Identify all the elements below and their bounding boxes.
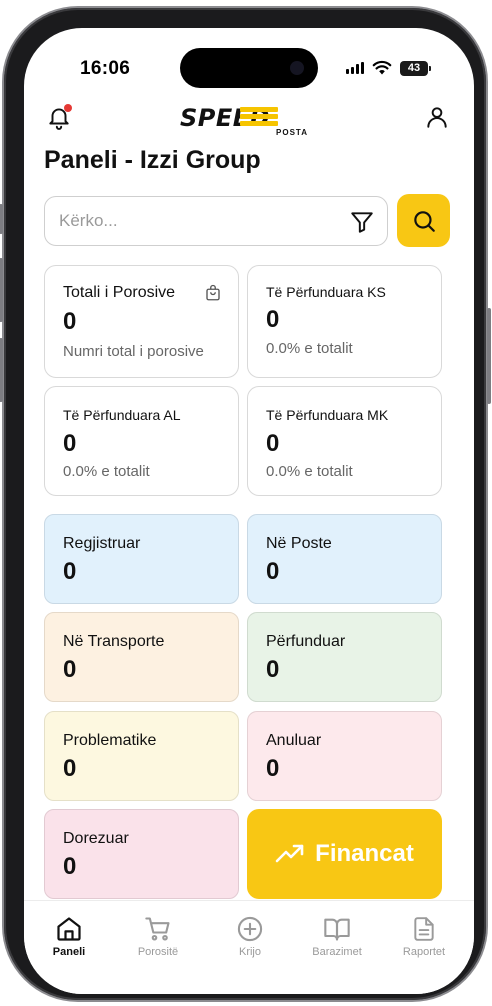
stat-subtitle: 0.0% e totalit [266,340,353,357]
stat-subtitle: 0.0% e totalit [266,463,353,480]
nav-item-reports[interactable]: Raportet [384,915,464,958]
status-value: 0 [266,755,280,782]
power-button [487,308,491,404]
stat-card-completed-ks: Të Përfunduara KS 0 0.0% e totalit [247,265,442,378]
nav-label: Raportet [402,946,446,958]
trending-up-icon [275,844,304,863]
notifications-button[interactable] [46,104,74,132]
stat-label: Të Përfunduara MK [266,407,389,423]
home-icon [57,917,81,941]
status-label: Përfunduar [266,633,346,650]
notification-dot [64,104,72,112]
status-tile-delivered[interactable]: Dorezuar 0 [44,809,239,899]
nav-item-reconciliations[interactable]: Barazimet [297,915,377,958]
volume-down-button [0,338,3,402]
plus-circle-icon [237,916,263,942]
search-input[interactable] [59,211,329,231]
wifi-icon [372,60,392,75]
battery-icon: 43 [400,61,431,76]
book-icon [324,918,350,941]
status-label: Në Transporte [63,633,165,650]
user-icon [427,107,447,128]
status-label: Në Poste [266,535,332,552]
status-label: Regjistruar [63,535,141,552]
status-time: 16:06 [80,58,131,79]
status-value: 0 [63,853,77,880]
profile-button[interactable] [424,104,450,132]
status-tile-at-post[interactable]: Në Poste 0 [247,514,442,604]
camera-icon [290,61,304,75]
cart-icon [145,917,170,941]
stat-value: 0 [266,306,280,333]
search-icon [413,210,435,232]
status-label: Dorezuar [63,830,129,847]
nav-item-create[interactable]: Krijo [210,915,290,958]
nav-label: Barazimet [312,946,362,958]
status-tile-completed[interactable]: Përfunduar 0 [247,612,442,702]
logo-subtext: POSTA [276,128,308,137]
stat-card-total-orders: Totali i Porosive 0 Numri total i porosi… [44,265,239,378]
status-bar: 16:06 43 [24,28,474,108]
status-value: 0 [63,656,77,683]
document-icon [414,917,434,941]
cellular-signal-icon [346,62,364,74]
bottom-navigation: Paneli Porositë Krijo Barazimet Raportet [24,900,474,994]
stat-card-completed-mk: Të Përfunduara MK 0 0.0% e totalit [247,386,442,496]
status-value: 0 [63,558,77,585]
status-value: 0 [266,656,280,683]
search-box [44,196,388,246]
page-title: Paneli - Izzi Group [44,146,261,174]
nav-label: Krijo [238,946,261,958]
app-screen: 16:06 43 SPEED POSTA Paneli - Izzi Group… [24,28,474,994]
finance-button[interactable]: Financat [247,809,442,899]
nav-item-dashboard[interactable]: Paneli [29,915,109,958]
status-value: 0 [63,755,77,782]
status-label: Anuluar [266,732,322,749]
volume-up-button [0,258,3,322]
speed-posta-logo: SPEED POSTA [180,104,316,138]
stat-subtitle: Numri total i porosive [63,343,204,360]
stat-label: Të Përfunduara AL [63,407,181,423]
dynamic-island [180,48,318,88]
silent-switch [0,204,3,234]
logo-bars [240,107,278,127]
status-tile-registered[interactable]: Regjistruar 0 [44,514,239,604]
status-tile-in-transport[interactable]: Në Transporte 0 [44,612,239,702]
stat-value: 0 [63,430,77,457]
status-tile-cancelled[interactable]: Anuluar 0 [247,711,442,801]
nav-item-orders[interactable]: Porositë [118,915,198,958]
stat-value: 0 [266,430,280,457]
stat-value: 0 [63,308,77,335]
search-button[interactable] [397,194,450,247]
status-label: Problematike [63,732,157,749]
status-tile-problematic[interactable]: Problematike 0 [44,711,239,801]
nav-label: Paneli [52,946,86,958]
status-value: 0 [266,558,280,585]
nav-label: Porositë [137,946,179,958]
finance-button-label: Financat [315,840,414,867]
phone-frame: 16:06 43 SPEED POSTA Paneli - Izzi Group… [0,8,491,1000]
stat-card-completed-al: Të Përfunduara AL 0 0.0% e totalit [44,386,239,496]
filter-icon[interactable] [349,209,375,235]
stat-subtitle: 0.0% e totalit [63,463,150,480]
stat-label: Të Përfunduara KS [266,284,386,300]
stat-label: Totali i Porosive [63,284,176,301]
shopping-bag-icon [206,284,220,301]
